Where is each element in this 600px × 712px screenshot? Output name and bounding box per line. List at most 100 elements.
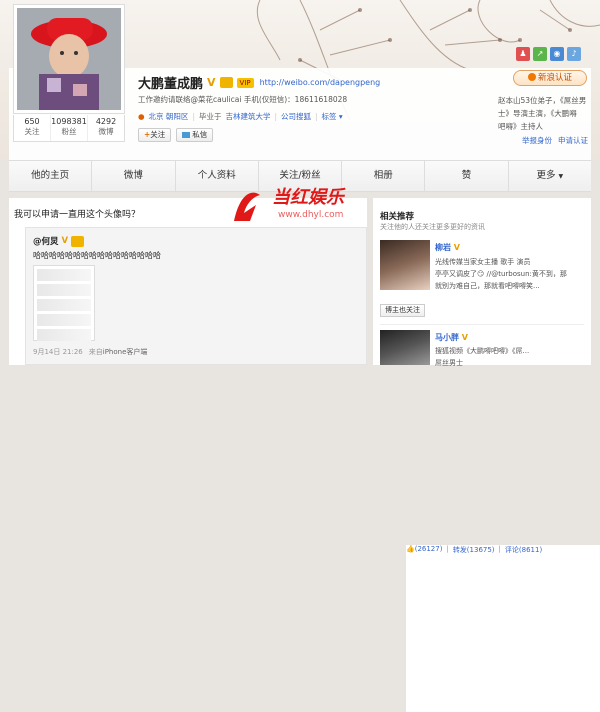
crown-icon [71, 235, 85, 247]
repost-author-link[interactable]: @何炅 [33, 235, 59, 247]
thumbnail-row [37, 269, 91, 281]
stat-following[interactable]: 650 关注 [14, 115, 51, 141]
recommend-desc-1-line-3: 就别为难自己，那就看吧嘚嘚笑... [435, 282, 540, 290]
tab-more-label: 更多 [536, 170, 556, 181]
tab-more[interactable]: 更多 ▼ [509, 161, 591, 191]
recommend-name-2[interactable]: 马小胖 V [435, 332, 468, 343]
repost-button[interactable]: 转发(13675) [453, 545, 495, 712]
tab-weibo[interactable]: 微博 [92, 161, 176, 191]
school-link[interactable]: 吉林建筑大学 [225, 111, 270, 122]
watermark-text: 当红娱乐 [272, 187, 346, 208]
like-count: (26127) [414, 545, 443, 553]
stat-followers[interactable]: 1098381 粉丝 [51, 115, 88, 141]
avatar[interactable] [17, 8, 121, 110]
info-divider: | [315, 112, 318, 121]
also-follows-button[interactable]: 博主也关注 [380, 304, 425, 317]
recommend-avatar-2[interactable] [380, 330, 430, 365]
verification-line-1: 赵本山53位弟子，《屌丝男 [498, 96, 587, 105]
repost-footer: 9月14日 21:26 来自 iPhone客户端 👍(26127) | 转发(1… [33, 347, 600, 712]
verified-badge-icon: V [61, 236, 69, 246]
location-link[interactable]: 北京 朝阳区 [149, 111, 189, 122]
profile-url-link[interactable]: http://weibo.com/dapengpeng [260, 78, 381, 87]
profile-name: 大鹏董成鹏 [138, 77, 204, 92]
vip-badge[interactable]: VIP [236, 77, 254, 88]
recommend-desc-2-line-1: 搜狐视频《大鹏嘚吧嘚》《屌... [435, 347, 530, 355]
profile-actions: +关注 私信 [138, 128, 214, 142]
verification-line-3: 吧嘚》主持人 [498, 122, 543, 131]
thumbs-up-icon: 👍 [406, 545, 415, 553]
thumbnail-row [37, 299, 91, 311]
stat-following-count: 650 [24, 117, 40, 126]
recommend-subtitle: 关注他的人还关注更多更好的资讯 [380, 223, 485, 231]
stat-followers-count: 1098381 [51, 117, 87, 126]
info-divider: | [192, 112, 195, 121]
recommend-name-2-label: 马小胖 [435, 333, 459, 342]
post-date[interactable]: 9月14日 21:26 [33, 347, 83, 357]
recommend-avatar-1[interactable] [380, 240, 430, 290]
feed-post-text: 我可以申请一直用这个头像吗？ [14, 210, 141, 220]
tab-home[interactable]: 他的主页 [9, 161, 93, 191]
location-pin-icon: ● [138, 112, 145, 121]
stat-following-label: 关注 [24, 127, 40, 136]
verify-button-label: 新浪认证 [537, 73, 572, 83]
qq-icon[interactable]: ◉ [550, 47, 564, 61]
message-button-label: 私信 [192, 130, 208, 139]
recommend-sidebar: 相关推荐 关注他的人还关注更多更好的资讯 柳岩 V 光线传媒当家女主播 歌手 演… [373, 198, 591, 367]
follow-button-label: 关注 [150, 130, 166, 139]
comment-button[interactable]: 评论(8611) [505, 545, 542, 712]
profile-icon-row: ♟ ↗ ◉ ♪ [516, 47, 581, 61]
stat-posts[interactable]: 4292 微博 [88, 115, 124, 141]
music-icon[interactable]: ♪ [567, 47, 581, 61]
chevron-down-icon: ▼ [558, 173, 564, 180]
source-prefix: 来自 [88, 348, 103, 356]
tags-dropdown[interactable]: 标签 ▾ [322, 111, 343, 122]
avatar-frame[interactable] [13, 4, 125, 114]
chevron-down-icon: ▾ [338, 112, 343, 121]
profile-bio: 工作邀约请联络@菜花caulicai 手机(仅短信)：18611618028 [138, 95, 348, 104]
main-feed: 我可以申请一直用这个头像吗？ @何炅 V 哈哈哈哈哈哈哈哈哈哈哈哈哈哈哈哈 9月… [9, 198, 600, 712]
avatar-image [17, 8, 121, 110]
like-button[interactable]: 👍(26127) [406, 545, 442, 712]
thumbnail-row [37, 314, 91, 326]
company-link[interactable]: 公司搜狐 [281, 111, 311, 122]
recommend-desc-2-line-2: 屌丝男士 [435, 359, 463, 367]
tab-likes[interactable]: 赞 [425, 161, 509, 191]
watermark-subtext: www.dhyl.com [278, 210, 343, 220]
stat-posts-label: 微博 [98, 127, 114, 136]
message-button[interactable]: 私信 [176, 128, 214, 142]
action-divider: | [498, 545, 501, 553]
thumbnail-row [37, 329, 91, 341]
school-prefix: 毕业于 [198, 112, 222, 121]
report-identity-link[interactable]: 举报身份 [522, 135, 552, 146]
repost-text: 哈哈哈哈哈哈哈哈哈哈哈哈哈哈哈哈 [33, 251, 161, 260]
stat-followers-label: 粉丝 [61, 127, 77, 136]
thumbnail-row [37, 284, 91, 296]
recommend-desc-1-line-1: 光线传媒当家女主播 歌手 演员 [435, 258, 531, 266]
action-divider: | [446, 545, 449, 553]
message-icon [182, 132, 191, 138]
verify-button[interactable]: 新浪认证 [513, 70, 587, 86]
watermark-logo: 当红娱乐 www.dhyl.com [234, 187, 346, 221]
apply-verify-link[interactable]: 申请认证 [558, 135, 588, 146]
verification-description: 赵本山53位弟子，《屌丝男 士》导演主演，《大鹏嘚 吧嘚》主持人 [498, 94, 590, 133]
watermark: 当红娱乐 www.dhyl.com [230, 183, 390, 223]
share-icon[interactable]: ↗ [533, 47, 547, 61]
recommend-divider [380, 324, 584, 325]
recommend-desc-1: 光线传媒当家女主播 歌手 演员 亭亭又调皮了😏 //@turbosun:黄不到，… [435, 256, 595, 292]
verified-badge-icon[interactable]: V [207, 76, 216, 89]
follow-button[interactable]: +关注 [138, 128, 172, 142]
info-divider: | [274, 112, 277, 121]
verify-icon [527, 73, 536, 81]
verification-line-2: 士》导演主演，《大鹏嘚 [498, 109, 577, 118]
person-icon[interactable]: ♟ [516, 47, 530, 61]
post-actions: 👍(26127) | 转发(13675) | 评论(8611) [406, 545, 600, 712]
repost-author-row: @何炅 V [33, 235, 85, 247]
repost-box: @何炅 V 哈哈哈哈哈哈哈哈哈哈哈哈哈哈哈哈 9月14日 21:26 来自 iP… [25, 227, 600, 712]
verification-links: 举报身份 申请认证 [522, 135, 588, 146]
verified-badge-icon: V [453, 243, 460, 252]
source-link[interactable]: iPhone客户端 [103, 347, 148, 357]
crown-icon[interactable] [219, 77, 233, 88]
recommend-name-1[interactable]: 柳岩 V [435, 242, 460, 253]
stat-posts-count: 4292 [95, 117, 117, 126]
repost-image-thumbnail[interactable] [33, 265, 95, 341]
